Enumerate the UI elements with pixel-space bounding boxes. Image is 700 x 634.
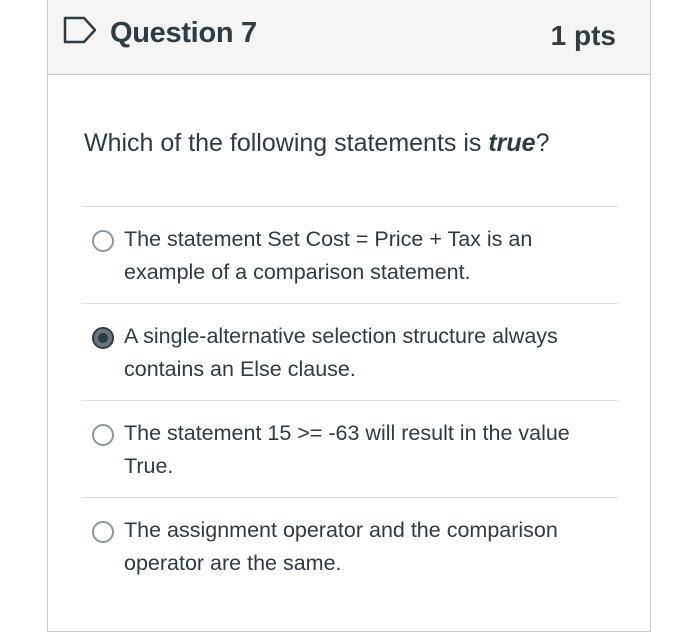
answer-option-1[interactable]: The statement Set Cost = Price + Tax is … — [82, 206, 618, 303]
radio-button[interactable] — [92, 424, 114, 446]
answer-label: The statement Set Cost = Price + Tax is … — [124, 227, 533, 284]
answer-label: The statement 15 >= -63 will result in t… — [124, 421, 570, 478]
answer-label: A single-alternative selection structure… — [124, 324, 558, 381]
prompt-end: ? — [535, 129, 550, 157]
question-prompt: Which of the following statements is tru… — [84, 129, 550, 158]
question-card: Question 7 1 pts Which of the following … — [47, 0, 651, 632]
question-title: Question 7 — [110, 17, 257, 49]
answer-label: The assignment operator and the comparis… — [124, 518, 558, 575]
radio-button-selected[interactable] — [92, 327, 114, 349]
answer-option-3[interactable]: The statement 15 >= -63 will result in t… — [82, 400, 618, 497]
question-points: 1 pts — [550, 20, 616, 51]
question-header: Question 7 1 pts — [48, 0, 650, 75]
answer-option-4[interactable]: The assignment operator and the comparis… — [82, 497, 618, 594]
answer-list: The statement Set Cost = Price + Tax is … — [82, 206, 618, 594]
prompt-text: Which of the following statements is — [84, 129, 489, 157]
radio-button[interactable] — [92, 521, 114, 543]
prompt-emphasis: true — [488, 129, 536, 157]
answer-option-2[interactable]: A single-alternative selection structure… — [82, 303, 618, 400]
radio-button[interactable] — [92, 230, 114, 252]
flag-question-icon[interactable] — [62, 16, 98, 44]
